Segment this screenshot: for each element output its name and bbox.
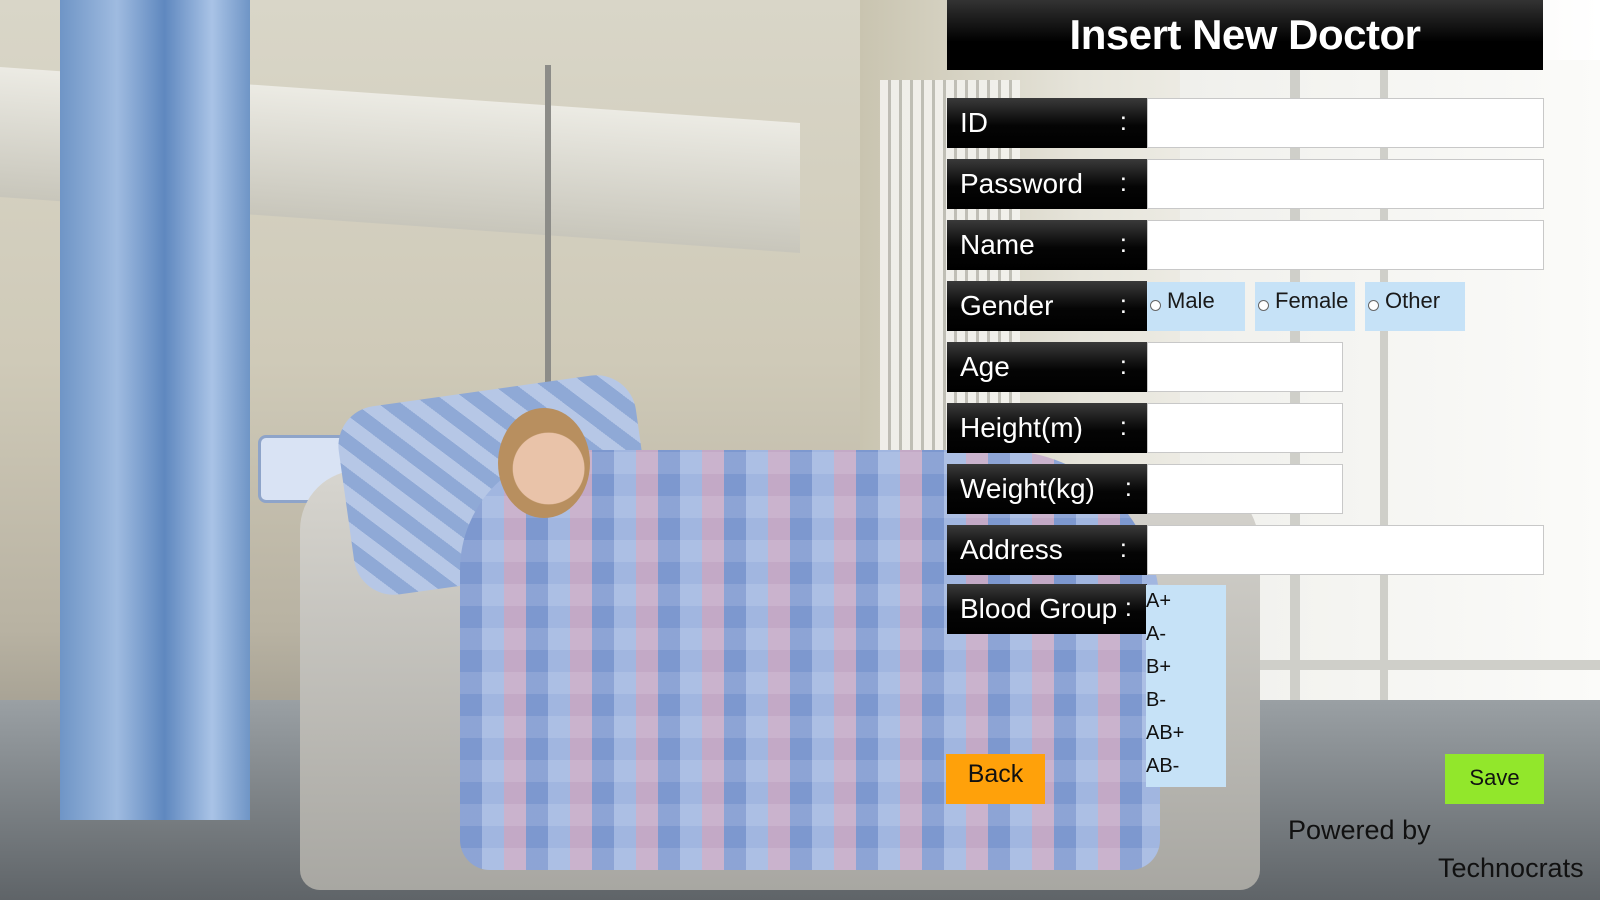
id-label-text: ID xyxy=(960,107,988,138)
password-input[interactable] xyxy=(1147,159,1544,209)
address-label: Address : xyxy=(947,525,1147,575)
blood-group-option[interactable]: B+ xyxy=(1146,651,1226,684)
weight-label: Weight(kg) : xyxy=(947,464,1147,514)
blood-group-option[interactable]: AB- xyxy=(1146,750,1226,783)
password-label: Password : xyxy=(947,159,1147,209)
blood-group-label: Blood Group : xyxy=(947,584,1147,634)
address-input[interactable] xyxy=(1147,525,1544,575)
gender-radio-male[interactable]: Male xyxy=(1147,282,1245,331)
blood-group-label-text: Blood Group xyxy=(960,593,1118,624)
name-input[interactable] xyxy=(1147,220,1544,270)
label-separator: : xyxy=(1119,349,1127,380)
blood-group-option[interactable]: AB+ xyxy=(1146,717,1226,750)
powered-by-text: Powered by xyxy=(1288,815,1431,845)
radio-button-icon[interactable] xyxy=(1150,300,1161,311)
gender-option-label: Female xyxy=(1275,288,1349,313)
save-button[interactable]: Save xyxy=(1445,754,1544,804)
name-label-text: Name xyxy=(960,229,1035,260)
blood-group-option[interactable]: A- xyxy=(1146,618,1226,651)
label-separator: : xyxy=(1124,591,1132,622)
brand-name: Technocrats xyxy=(1438,853,1584,883)
page-title-bar: Insert New Doctor xyxy=(947,0,1543,70)
radio-button-icon[interactable] xyxy=(1258,300,1269,311)
label-separator: : xyxy=(1119,227,1127,258)
height-label: Height(m) : xyxy=(947,403,1147,453)
address-label-text: Address xyxy=(960,534,1063,565)
name-label: Name : xyxy=(947,220,1147,270)
age-label: Age : xyxy=(947,342,1147,392)
height-input[interactable] xyxy=(1147,403,1343,453)
gender-radio-female[interactable]: Female xyxy=(1255,282,1355,331)
radio-button-icon[interactable] xyxy=(1368,300,1379,311)
weight-label-text: Weight(kg) xyxy=(960,473,1095,504)
label-separator: : xyxy=(1119,532,1127,563)
gender-option-label: Other xyxy=(1385,288,1441,313)
gender-label-text: Gender xyxy=(960,290,1054,321)
id-label: ID : xyxy=(947,98,1147,148)
id-input[interactable] xyxy=(1147,98,1544,148)
label-separator: : xyxy=(1119,410,1127,441)
gender-label: Gender : xyxy=(947,281,1147,331)
weight-input[interactable] xyxy=(1147,464,1343,514)
label-separator: : xyxy=(1119,105,1127,136)
height-label-text: Height(m) xyxy=(960,412,1083,443)
password-label-text: Password xyxy=(960,168,1083,199)
gender-option-label: Male xyxy=(1167,288,1215,313)
gender-radio-other[interactable]: Other xyxy=(1365,282,1465,331)
label-separator: : xyxy=(1124,471,1132,502)
page-title: Insert New Doctor xyxy=(1069,11,1421,58)
label-separator: : xyxy=(1119,166,1127,197)
back-button[interactable]: Back xyxy=(946,754,1045,804)
label-separator: : xyxy=(1119,288,1127,319)
age-input[interactable] xyxy=(1147,342,1343,392)
blood-group-option[interactable]: B- xyxy=(1146,684,1226,717)
blood-group-option[interactable]: A+ xyxy=(1146,585,1226,618)
age-label-text: Age xyxy=(960,351,1010,382)
blood-group-listbox[interactable]: A+ A- B+ B- AB+ AB- xyxy=(1146,585,1226,787)
